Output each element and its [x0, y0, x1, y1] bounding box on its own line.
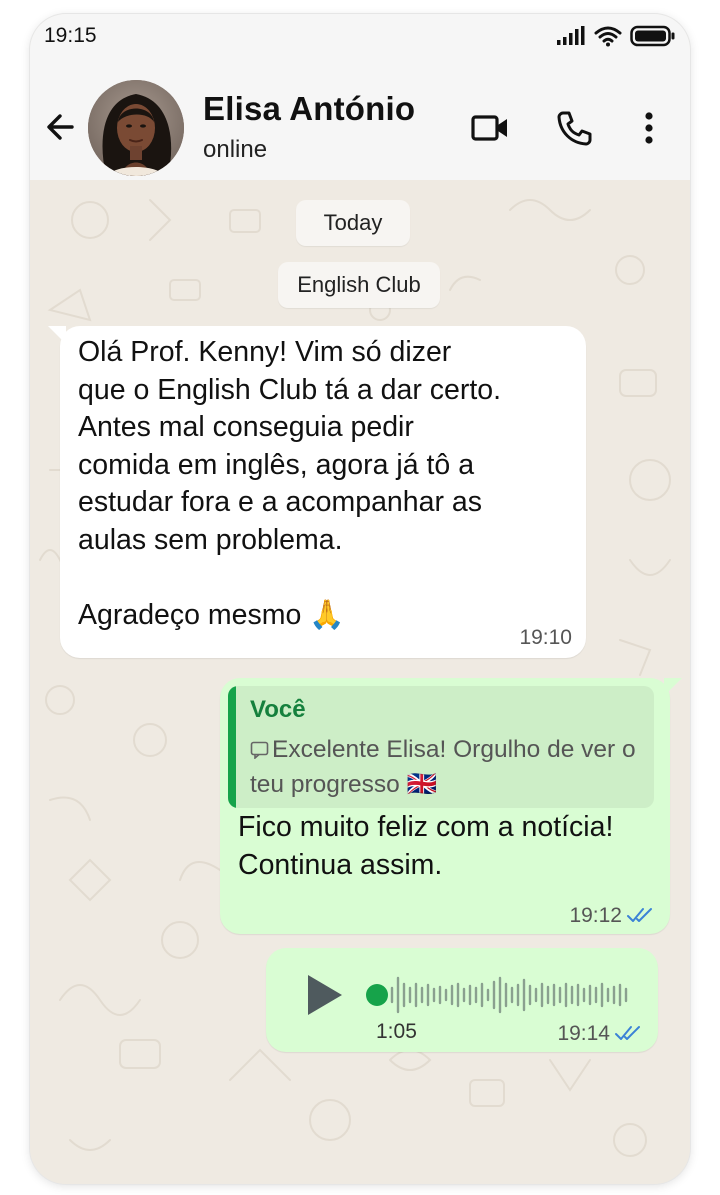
contact-status: online [203, 136, 268, 163]
message-text: Olá Prof. Kenny! Vim só dizer que o Engl… [78, 336, 502, 631]
chat-area[interactable]: Today English Club Olá Prof. Kenny! Vim … [30, 180, 690, 1184]
group-label: English Club [278, 262, 440, 308]
message-time: 19:10 [519, 626, 572, 649]
voice-duration: 1:05 [376, 1020, 417, 1043]
video-call-icon[interactable] [468, 106, 512, 150]
wifi-icon [594, 26, 622, 47]
quoted-message[interactable]: Você Excelente Elisa! Orgulho de ver o t… [228, 686, 654, 808]
quoted-text-block: Excelente Elisa! Orgulho de ver o teu pr… [250, 732, 646, 802]
voice-waveform[interactable] [388, 970, 638, 1020]
bubble-tail [48, 326, 66, 344]
message-icon [250, 741, 269, 760]
avatar[interactable] [88, 80, 184, 176]
date-separator: Today [296, 200, 410, 246]
voice-message[interactable]: 1:05 19:14 [266, 948, 658, 1052]
message-time: 19:12 [569, 904, 622, 927]
battery-icon [630, 25, 675, 47]
status-bar: 19:15 [30, 14, 690, 58]
contact-name[interactable]: Elisa António [203, 90, 415, 128]
quoted-author: Você [250, 696, 306, 723]
playback-handle[interactable] [366, 984, 388, 1006]
bubble-tail [664, 678, 682, 696]
back-arrow-icon[interactable] [42, 108, 80, 146]
read-ticks-icon [615, 1026, 640, 1040]
quoted-text: Excelente Elisa! Orgulho de ver o teu pr… [250, 736, 636, 798]
status-icons [556, 24, 676, 48]
message-time: 19:14 [557, 1022, 610, 1045]
read-ticks-icon [627, 908, 652, 922]
signal-icon [557, 26, 585, 45]
contact-photo [88, 80, 184, 176]
outgoing-message[interactable]: Você Excelente Elisa! Orgulho de ver o t… [220, 678, 682, 934]
phone-call-icon[interactable] [552, 106, 596, 150]
quote-bar [228, 686, 236, 808]
status-time: 19:15 [44, 24, 97, 47]
play-icon[interactable] [304, 972, 346, 1018]
phone-screen: 19:15 Elisa António online Today English… [30, 14, 690, 1184]
message-text: Fico muito feliz com a notícia! Continua… [238, 811, 614, 881]
incoming-message[interactable]: Olá Prof. Kenny! Vim só dizer que o Engl… [48, 326, 586, 658]
chat-header: Elisa António online [30, 58, 690, 180]
more-options-icon[interactable] [627, 106, 671, 150]
